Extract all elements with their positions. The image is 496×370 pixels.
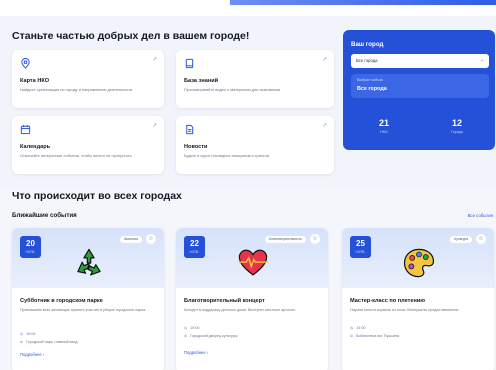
event-more-link[interactable]: Подробнее ›: [20, 352, 44, 357]
city-panel-title: Ваш город: [351, 41, 384, 48]
event-tag: Культура: [450, 236, 472, 243]
location-icon: ⊙: [350, 334, 354, 338]
stat-nko: 21 НКО: [364, 118, 404, 134]
card-knowledge-base[interactable]: ↗ База знаний Просматривайте видео и мат…: [176, 50, 334, 108]
stat-value: 12: [451, 118, 462, 128]
chevron-down-icon: ⌄: [479, 57, 484, 63]
more-label: Подробнее: [184, 350, 206, 355]
event-tag: Экология: [119, 236, 142, 243]
event-card[interactable]: 22 НОЯБ. Благотворительность ☆ Благотвор…: [176, 228, 328, 370]
event-card[interactable]: 20 НОЯБ. Экология ☆ Субботник в городско…: [12, 228, 164, 370]
all-events-link[interactable]: Все события: [468, 213, 493, 218]
recycle-icon: [72, 246, 106, 280]
book-icon: [184, 58, 195, 69]
event-time-value: 14:00: [356, 326, 366, 330]
event-month: НОЯБ.: [189, 250, 200, 254]
chosen-city-box: Выбран сейчас Все города: [351, 74, 489, 98]
favorite-star-icon[interactable]: ☆: [476, 234, 486, 244]
top-accent-stripe: [230, 0, 496, 5]
arrow-icon: ↗: [321, 123, 327, 129]
card-title: Календарь: [20, 144, 51, 150]
card-description: Отмечайте интересные события, чтобы ниче…: [20, 153, 132, 158]
event-date-badge: 20 НОЯБ.: [20, 236, 41, 258]
card-news[interactable]: ↗ Новости Будьте в курсе последних иници…: [176, 116, 334, 174]
more-label: Подробнее: [20, 352, 42, 357]
stat-label: НКО: [380, 130, 388, 134]
favorite-star-icon[interactable]: ☆: [310, 234, 320, 244]
event-tag: Благотворительность: [265, 236, 306, 243]
event-description: Приглашаем всех желающих принять участие…: [20, 308, 147, 312]
event-time: ◷ 10:00: [20, 332, 35, 336]
event-place-value: Городской дворец культуры: [190, 334, 238, 338]
event-place: ⊙ Городской парк, главный вход: [20, 340, 78, 344]
arrow-icon: ↗: [321, 57, 327, 63]
events-section-title: Что происходит во всех городах: [12, 190, 182, 202]
calendar-icon: [20, 124, 31, 135]
event-day: 22: [190, 239, 199, 248]
favorite-star-icon[interactable]: ☆: [146, 234, 156, 244]
event-description: Научим плести корзины из лозы. Материалы…: [350, 308, 460, 312]
event-place-value: Городской парк, главный вход: [26, 340, 78, 344]
event-place: ⊙ Библиотека им. Пушкина: [350, 334, 399, 338]
event-description: Концерт в поддержку детского дома. Высту…: [184, 308, 296, 312]
card-description: Просматривайте видео и материалы для ска…: [184, 87, 281, 92]
document-icon: [184, 124, 195, 135]
events-subtitle: Ближайшие события: [12, 212, 77, 219]
event-title: Субботник в городском парке: [20, 298, 103, 304]
card-title: База знаний: [184, 78, 219, 84]
event-time-value: 10:00: [26, 332, 36, 336]
chosen-city-value: Все города: [357, 86, 387, 92]
clock-icon: ◷: [350, 326, 354, 330]
event-day: 20: [26, 239, 35, 248]
clock-icon: ◷: [184, 326, 188, 330]
event-time: ◷ 14:00: [350, 326, 365, 330]
card-nko-map[interactable]: ↗ Карта НКО Найдите организации по город…: [12, 50, 164, 108]
event-title: Мастер-класс по плетению: [350, 298, 426, 304]
event-place: ⊙ Городской дворец культуры: [184, 334, 238, 338]
event-date-badge: 25 НОЯБ.: [350, 236, 371, 258]
event-card[interactable]: 25 НОЯБ. Культура ☆ Мастер-класс по плет…: [342, 228, 494, 370]
card-description: Будьте в курсе последних инициатив и гра…: [184, 153, 269, 158]
event-day: 25: [356, 239, 365, 248]
chosen-city-label: Выбран сейчас: [357, 78, 384, 82]
location-icon: ⊙: [184, 334, 188, 338]
event-time-value: 19:00: [190, 326, 200, 330]
arrow-icon: ↗: [151, 123, 157, 129]
event-time: ◷ 19:00: [184, 326, 199, 330]
stat-cities: 12 Города: [437, 118, 477, 134]
clock-icon: ◷: [20, 332, 24, 336]
city-select[interactable]: Все города ⌄: [351, 54, 489, 68]
event-month: НОЯБ.: [25, 250, 36, 254]
top-bar: [0, 0, 496, 16]
card-description: Найдите организации по городу и направле…: [20, 87, 133, 92]
card-calendar[interactable]: ↗ Календарь Отмечайте интересные события…: [12, 116, 164, 174]
hero-title: Станьте частью добрых дел в вашем городе…: [12, 30, 250, 42]
location-icon: ⊙: [20, 340, 24, 344]
event-title: Благотворительный концерт: [184, 298, 265, 304]
city-panel: Ваш город Все города ⌄ Выбран сейчас Все…: [343, 30, 495, 150]
event-more-link[interactable]: Подробнее ›: [184, 350, 208, 355]
stat-label: Города: [451, 130, 463, 134]
city-select-value: Все города: [356, 58, 378, 63]
event-month: НОЯБ.: [355, 250, 366, 254]
heart-icon: [236, 246, 270, 280]
card-title: Карта НКО: [20, 78, 50, 84]
palette-icon: [402, 246, 436, 280]
event-date-badge: 22 НОЯБ.: [184, 236, 205, 258]
map-pin-icon: [20, 58, 31, 69]
card-title: Новости: [184, 144, 208, 150]
arrow-icon: ↗: [151, 57, 157, 63]
event-place-value: Библиотека им. Пушкина: [356, 334, 400, 338]
stat-value: 21: [378, 118, 389, 128]
